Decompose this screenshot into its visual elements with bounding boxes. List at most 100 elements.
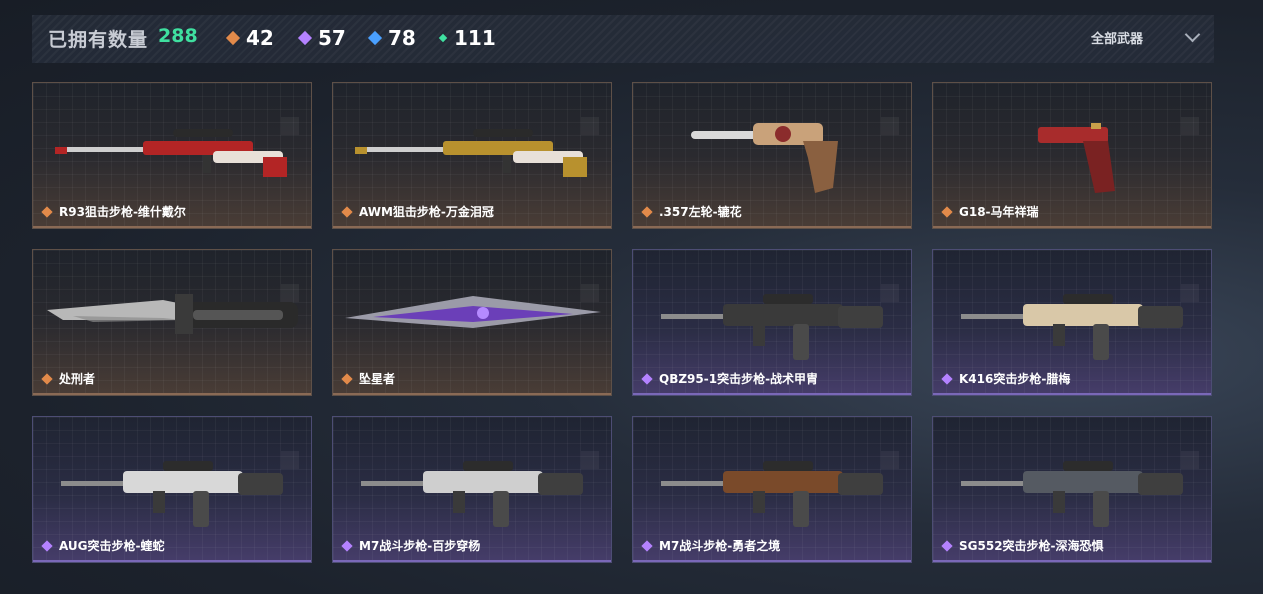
orange-rarity-icon — [41, 205, 53, 218]
weapon-name: AWM狙击步枪-万金泪冠 — [359, 205, 494, 219]
weapon-shape — [463, 461, 513, 471]
orange-rarity-icon — [41, 372, 53, 385]
weapon-label: QBZ95-1突击步枪-战术甲胄 — [641, 370, 818, 387]
weapon-shape — [175, 294, 193, 334]
weapon-shape — [493, 491, 509, 527]
weapon-card[interactable]: AWM狙击步枪-万金泪冠 — [332, 82, 612, 229]
rarity-bar — [933, 560, 1211, 562]
weapon-card[interactable]: 坠星者 — [332, 249, 612, 396]
weapon-shape — [723, 471, 843, 493]
weapon-label: AWM狙击步枪-万金泪冠 — [341, 203, 494, 220]
weapon-card[interactable]: M7战斗步枪-百步穿杨 — [332, 416, 612, 563]
weapon-shape — [538, 473, 583, 495]
weapon-shape — [1023, 304, 1143, 326]
rarity-bar — [33, 560, 311, 562]
stat-orange: 42 — [225, 26, 274, 50]
weapon-card[interactable]: R93狙击步枪-维什戴尔 — [32, 82, 312, 229]
orange-rarity-icon — [941, 205, 953, 218]
weapon-label: M7战斗步枪-勇者之境 — [641, 537, 780, 554]
weapon-shape — [1038, 127, 1108, 143]
rarity-bar — [33, 393, 311, 395]
weapon-label: G18-马年祥瑞 — [941, 203, 1039, 220]
weapon-shape — [691, 131, 761, 139]
rarity-bar — [633, 226, 911, 228]
weapon-shape — [838, 473, 883, 495]
weapon-shape — [193, 491, 209, 527]
rarity-bar — [933, 393, 1211, 395]
rarity-bar — [33, 226, 311, 228]
weapon-shape — [1083, 141, 1115, 193]
weapon-name: K416突击步枪-腊梅 — [959, 372, 1071, 386]
green-gem-icon — [438, 33, 448, 43]
weapon-shape — [173, 129, 233, 137]
weapon-card[interactable]: M7战斗步枪-勇者之境 — [632, 416, 912, 563]
purple-rarity-icon — [641, 539, 653, 552]
weapon-label: 处刑者 — [41, 370, 96, 387]
weapon-image — [355, 129, 587, 177]
weapon-shape — [263, 157, 287, 177]
weapon-name: SG552突击步枪-深海恐惧 — [959, 539, 1104, 553]
weapon-shape — [793, 324, 809, 360]
owned-count: 288 — [158, 25, 198, 47]
weapon-shape — [238, 473, 283, 495]
weapon-name: M7战斗步枪-百步穿杨 — [359, 539, 481, 553]
weapon-filter-dropdown[interactable]: 全部武器 — [1090, 26, 1201, 47]
weapon-shape — [355, 147, 367, 154]
stat-blue: 78 — [367, 26, 416, 50]
rarity-bar — [333, 393, 611, 395]
weapon-shape — [1138, 473, 1183, 495]
chevron-down-icon — [1184, 26, 1201, 43]
weapon-shape — [1053, 324, 1065, 346]
weapon-name: 处刑者 — [59, 372, 96, 386]
weapon-image — [691, 123, 838, 193]
weapon-card[interactable]: K416突击步枪-腊梅 — [932, 249, 1212, 396]
weapon-shape — [1091, 123, 1101, 129]
stat-green-value: 111 — [454, 26, 496, 50]
weapon-shape — [793, 491, 809, 527]
weapon-shape — [775, 126, 791, 142]
weapon-shape — [473, 129, 533, 137]
rarity-bar — [333, 560, 611, 562]
weapon-shape — [203, 155, 211, 173]
weapon-label: .357左轮-辘花 — [641, 203, 742, 220]
weapon-shape — [1063, 294, 1113, 304]
weapon-label: AUG突击步枪-蝰蛇 — [41, 537, 165, 554]
stat-blue-value: 78 — [388, 26, 416, 50]
weapon-shape — [1093, 324, 1109, 360]
weapon-shape — [55, 147, 67, 154]
weapon-shape — [55, 147, 145, 152]
weapon-name: AUG突击步枪-蝰蛇 — [59, 539, 165, 553]
weapon-shape — [753, 491, 765, 513]
weapon-card[interactable]: SG552突击步枪-深海恐惧 — [932, 416, 1212, 563]
weapon-shape — [1138, 306, 1183, 328]
weapon-shape — [1023, 471, 1143, 493]
weapon-shape — [563, 157, 587, 177]
weapon-card[interactable]: QBZ95-1突击步枪-战术甲胄 — [632, 249, 912, 396]
weapon-name: R93狙击步枪-维什戴尔 — [59, 205, 186, 219]
weapon-shape — [163, 461, 213, 471]
weapon-image — [961, 461, 1183, 527]
weapon-shape — [123, 471, 243, 493]
purple-rarity-icon — [41, 539, 53, 552]
rarity-bar — [333, 226, 611, 228]
weapon-card[interactable]: AUG突击步枪-蝰蛇 — [32, 416, 312, 563]
orange-gem-icon — [225, 30, 241, 46]
weapon-shape — [838, 306, 883, 328]
filter-label: 全部武器 — [1090, 32, 1143, 47]
weapon-name: G18-马年祥瑞 — [959, 205, 1039, 219]
weapon-card[interactable]: .357左轮-辘花 — [632, 82, 912, 229]
weapon-name: 坠星者 — [359, 372, 396, 386]
stat-green: 111 — [438, 26, 496, 50]
weapon-label: SG552突击步枪-深海恐惧 — [941, 537, 1104, 554]
weapon-image — [961, 294, 1183, 360]
orange-rarity-icon — [641, 205, 653, 218]
owned-label: 已拥有数量 — [48, 29, 149, 51]
weapon-shape — [355, 147, 445, 152]
weapon-image — [61, 461, 283, 527]
weapon-shape — [423, 471, 543, 493]
weapon-image — [55, 129, 287, 177]
weapon-card[interactable]: G18-马年祥瑞 — [932, 82, 1212, 229]
weapon-image — [47, 294, 298, 334]
weapon-image — [345, 296, 601, 328]
weapon-card[interactable]: 处刑者 — [32, 249, 312, 396]
